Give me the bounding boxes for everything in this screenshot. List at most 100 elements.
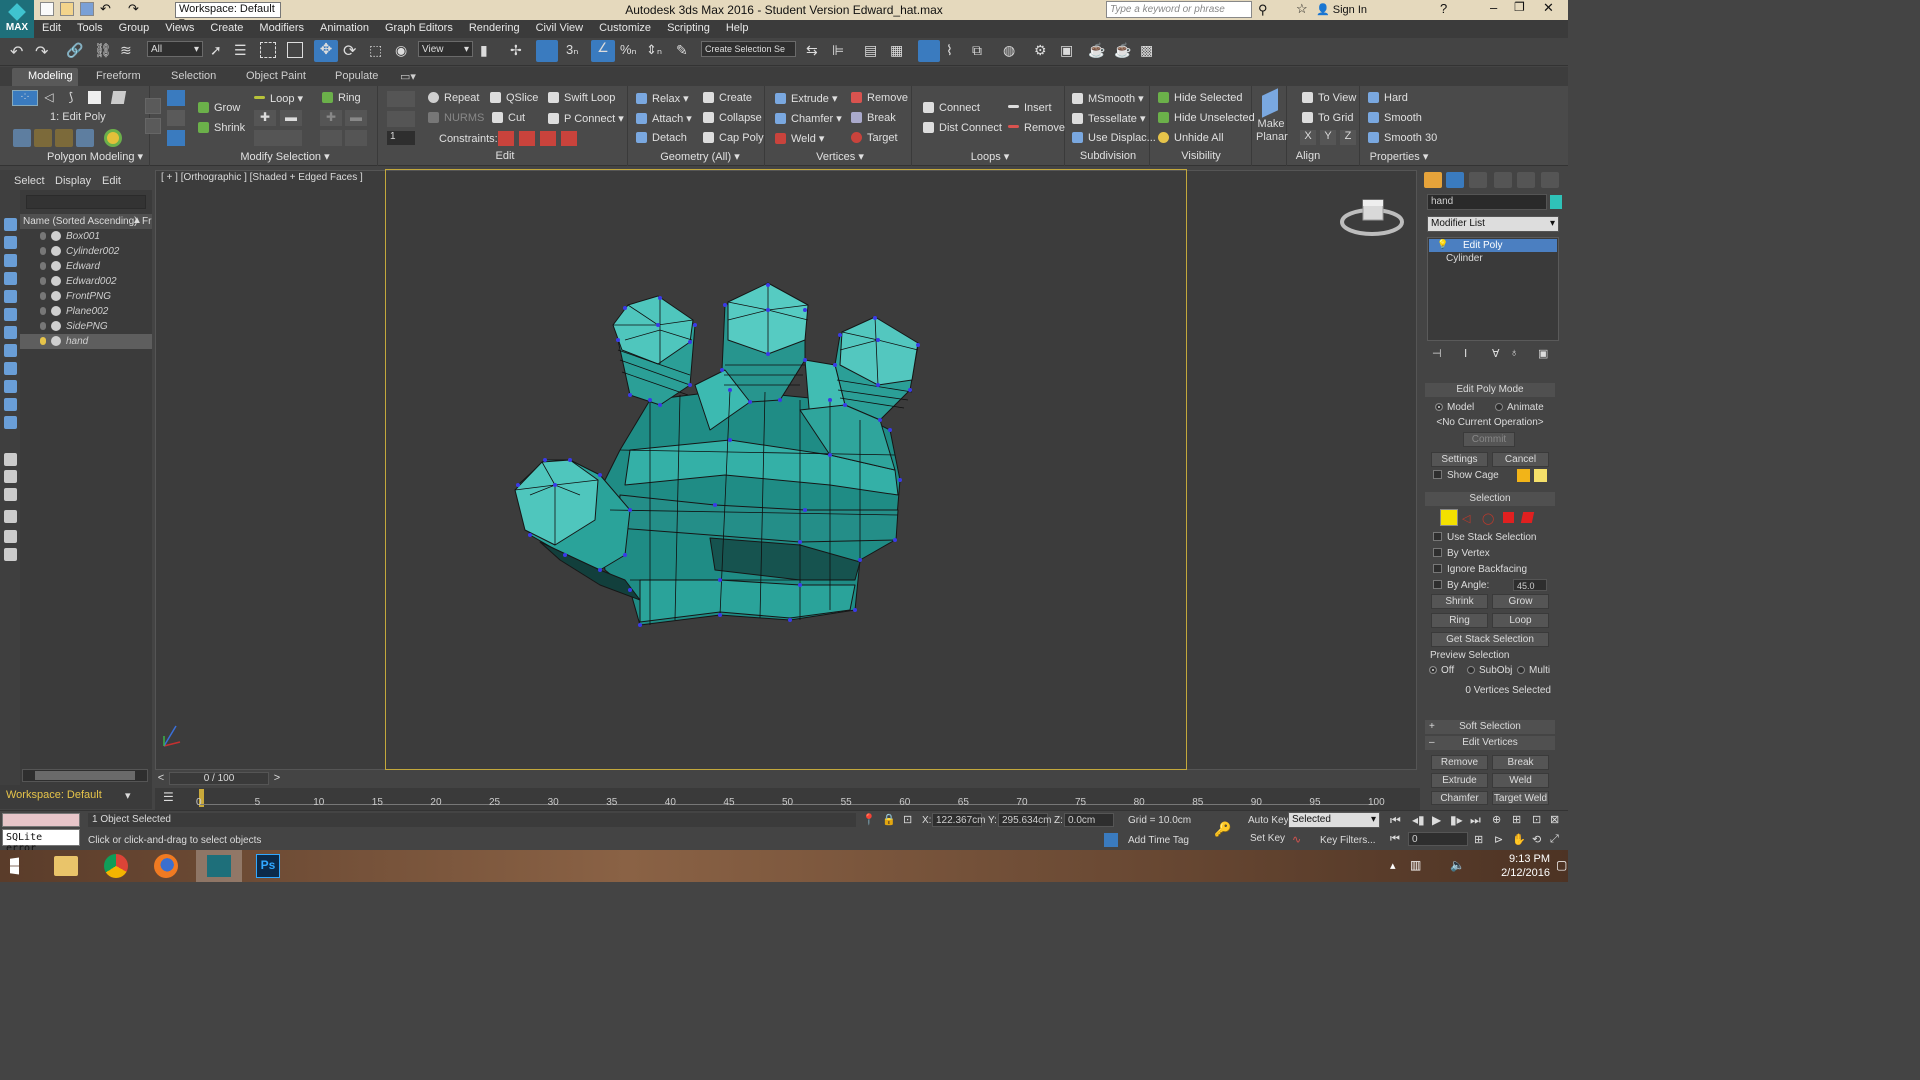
ignore-backfacing-checkbox[interactable]: Ignore Backfacing — [1425, 564, 1555, 575]
selection-rollout[interactable]: Selection — [1425, 492, 1555, 506]
photoshop-icon[interactable]: Ps — [256, 854, 280, 878]
undo-icon[interactable]: ↶ — [10, 42, 23, 62]
extrude-vertices-button[interactable]: Extrude — [1431, 773, 1488, 788]
ribbon-options-icon[interactable]: ▭▾ — [400, 70, 416, 83]
preview-off-icon[interactable] — [13, 129, 31, 147]
make-unique-icon[interactable]: ∀ — [1492, 347, 1500, 360]
edit-vertices-rollout[interactable]: – Edit Vertices — [1425, 736, 1555, 750]
search-input[interactable]: Type a keyword or phrase — [1106, 1, 1252, 18]
chamfer-vertices-button[interactable]: Chamfer — [1431, 791, 1488, 805]
constraint-none-icon[interactable] — [498, 131, 514, 146]
display-frozen-icon[interactable] — [4, 398, 17, 411]
menu-views[interactable]: Views — [157, 20, 202, 34]
scene-item[interactable]: Edward002 — [20, 274, 152, 289]
grow-button[interactable]: Grow — [198, 102, 240, 114]
auto-key-button[interactable]: Auto Key — [1248, 815, 1289, 826]
preview-multi-radio[interactable]: Multi — [1517, 665, 1550, 676]
scene-item[interactable]: SidePNG — [20, 319, 152, 334]
render-a360-icon[interactable]: ▩ — [1140, 42, 1153, 59]
display-containers-icon[interactable] — [4, 380, 17, 393]
isolate-selection-icon[interactable]: 📍 — [862, 813, 876, 826]
animate-radio[interactable]: Animate — [1495, 402, 1544, 413]
scrollbar-thumb[interactable] — [35, 771, 135, 780]
ignore-backfacing-icon[interactable] — [76, 129, 94, 147]
light-bulb-icon[interactable] — [40, 337, 46, 345]
menu-modifiers[interactable]: Modifiers — [251, 20, 312, 34]
hide-unselected-button[interactable]: Hide Unselected — [1158, 112, 1255, 124]
edge-subobject-icon[interactable]: ◁ — [1462, 512, 1470, 525]
edit-named-selection-icon[interactable]: ✎ — [676, 42, 688, 59]
break-button[interactable]: Break — [851, 112, 896, 124]
pivot-center-icon[interactable]: ▮ — [480, 42, 488, 59]
menu-tools[interactable]: Tools — [69, 20, 111, 34]
tab-modeling[interactable]: Modeling — [28, 70, 73, 82]
polygon-subobject-icon[interactable] — [1503, 512, 1514, 523]
viewport-label[interactable]: [ + ] [Orthographic ] [Shaded + Edged Fa… — [161, 172, 363, 183]
menu-help[interactable]: Help — [718, 20, 757, 34]
scene-explorer-toggle-icon[interactable] — [918, 40, 940, 62]
msmooth-button[interactable]: MSmooth ▾ — [1072, 92, 1144, 105]
show-end-result-icon[interactable]: Ⅰ — [1464, 347, 1467, 360]
modify-tab-icon[interactable] — [1446, 172, 1464, 188]
angle-snap-icon[interactable]: ∠ — [591, 40, 615, 62]
link-icon[interactable]: 🔗 — [66, 42, 83, 59]
hand-mesh[interactable] — [500, 280, 930, 635]
loop-mode-icon[interactable] — [254, 130, 302, 146]
redo-icon[interactable]: ↷ — [35, 42, 48, 62]
show-cage-checkbox[interactable]: Show Cage — [1433, 470, 1499, 481]
preview-multi-icon[interactable] — [55, 129, 73, 147]
scene-item[interactable]: Plane002 — [20, 304, 152, 319]
absolute-mode-icon[interactable]: ⊡ — [903, 813, 912, 826]
modifier-stack[interactable]: 💡 Edit Poly Cylinder — [1427, 237, 1559, 341]
display-none-icon[interactable] — [4, 470, 17, 483]
remove-loop-button[interactable]: Remove — [1008, 122, 1065, 134]
polygon-mode-icon[interactable] — [88, 91, 101, 104]
scene-item[interactable]: Cylinder002 — [20, 244, 152, 259]
constraint-edge-icon[interactable] — [519, 131, 535, 146]
vertex-mode-icon[interactable]: ·:· — [12, 90, 38, 106]
grow-loop-icon[interactable]: ✚ — [254, 110, 276, 126]
soft-selection-rollout[interactable]: + Soft Selection — [1425, 720, 1555, 734]
modifier-list-dropdown[interactable]: Modifier List ▾ — [1427, 216, 1559, 232]
go-to-end-icon[interactable]: ⏭ — [1470, 813, 1481, 828]
current-frame-field[interactable]: 0 — [1408, 832, 1468, 846]
ring-button[interactable]: Ring — [322, 92, 361, 104]
zoom-extents-all-icon[interactable]: ⊠ — [1550, 813, 1559, 826]
star-icon[interactable]: ☆ — [1296, 1, 1308, 17]
swift-loop-button[interactable]: Swift Loop — [548, 92, 615, 104]
properties-dropdown[interactable]: Properties ▾ — [1364, 150, 1434, 164]
geometry-dropdown[interactable]: Geometry (All) ▾ — [650, 150, 750, 164]
pin-stack-icon[interactable] — [145, 118, 161, 134]
zoom-extents-icon[interactable]: ⊡ — [1532, 813, 1541, 826]
se-menu-display[interactable]: Display — [55, 175, 91, 187]
unlink-icon[interactable]: ⛓ — [94, 42, 112, 59]
window-crossing-icon[interactable] — [287, 42, 303, 58]
percent-snap-icon[interactable]: %ₙ — [620, 42, 637, 58]
attach-button[interactable]: Attach ▾ — [636, 112, 692, 125]
add-time-tag[interactable]: Add Time Tag — [1128, 835, 1189, 846]
ring-mode2-icon[interactable] — [345, 130, 367, 146]
scene-horizontal-scrollbar[interactable] — [22, 769, 148, 782]
named-selection-sets-input[interactable]: Create Selection Se — [701, 41, 796, 57]
close-icon[interactable]: ✕ — [1543, 0, 1554, 16]
grow-ring-icon[interactable]: ✚ — [320, 110, 342, 126]
display-groups-icon[interactable] — [4, 326, 17, 339]
hide-selected-button[interactable]: Hide Selected — [1158, 92, 1243, 104]
cancel-button[interactable]: Cancel — [1492, 452, 1549, 467]
pin-stack-icon[interactable]: ⊣ — [1432, 347, 1442, 360]
to-view-button[interactable]: To View — [1302, 92, 1356, 104]
create-tab-icon[interactable] — [1424, 172, 1442, 188]
polygon-modeling-dropdown[interactable]: Polygon Modeling ▾ — [40, 150, 150, 164]
menu-scripting[interactable]: Scripting — [659, 20, 718, 34]
spinner-snap-icon[interactable]: ⇕ₙ — [646, 42, 662, 58]
tab-populate[interactable]: Populate — [335, 70, 378, 82]
rendered-frame-window-icon[interactable]: ▣ — [1060, 42, 1073, 59]
edit-spinner[interactable]: 1 — [387, 131, 415, 145]
light-bulb-icon[interactable] — [40, 277, 46, 285]
render-iterative-icon[interactable]: ☕ — [1114, 42, 1131, 59]
display-helpers-icon[interactable] — [4, 290, 17, 303]
display-bones-icon[interactable] — [4, 362, 17, 375]
settings-button[interactable]: Settings — [1431, 452, 1488, 467]
z-coordinate-field[interactable]: 0.0cm — [1064, 813, 1114, 827]
display-tab-icon[interactable] — [1517, 172, 1535, 188]
